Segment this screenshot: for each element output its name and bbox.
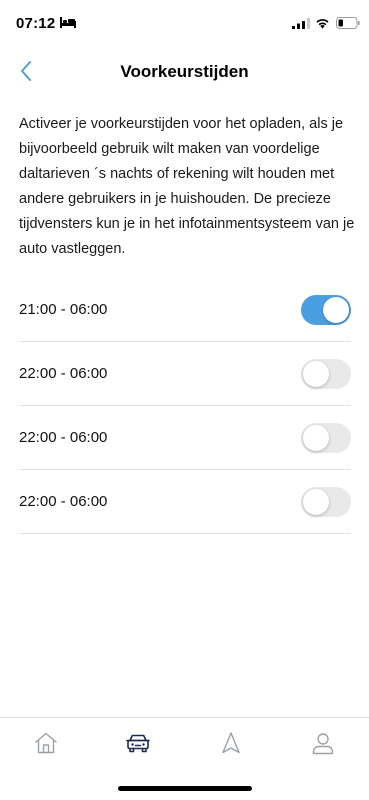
bed-icon — [60, 17, 76, 28]
time-slot-toggle[interactable] — [301, 422, 351, 453]
signal-icon — [292, 18, 310, 29]
header: Voorkeurstijden — [0, 52, 369, 92]
time-slot-row: 22:00 - 06:00 — [19, 470, 351, 534]
toggle-knob — [303, 424, 329, 451]
profile-icon — [312, 732, 334, 754]
bottom-tab-bar — [0, 717, 369, 767]
tab-car[interactable] — [92, 718, 184, 767]
tab-profile[interactable] — [277, 718, 369, 767]
time-slot-label: 22:00 - 06:00 — [19, 365, 108, 382]
time-slot-label: 22:00 - 06:00 — [19, 493, 108, 510]
time-slot-row: 21:00 - 06:00 — [19, 278, 351, 342]
time-slot-label: 22:00 - 06:00 — [19, 429, 108, 446]
home-indicator[interactable] — [118, 786, 252, 791]
page-title: Voorkeurstijden — [120, 62, 249, 81]
time-slot-toggle[interactable] — [301, 486, 351, 517]
home-icon — [35, 732, 57, 753]
time-slot-row: 22:00 - 06:00 — [19, 342, 351, 406]
toggle-knob — [303, 488, 329, 515]
time-slot-toggle[interactable] — [301, 294, 351, 325]
battery-icon — [336, 17, 360, 29]
status-bar: 07:12 — [0, 0, 369, 44]
time-slot-row: 22:00 - 06:00 — [19, 406, 351, 470]
tab-navigation[interactable] — [185, 718, 277, 767]
description-text: Activeer je voorkeurstijden voor het opl… — [19, 116, 355, 257]
toggle-knob — [303, 360, 329, 387]
tab-home[interactable] — [0, 718, 92, 767]
car-icon — [126, 734, 151, 752]
status-time: 07:12 — [16, 15, 56, 32]
wifi-icon — [316, 19, 329, 29]
time-slot-toggle[interactable] — [301, 358, 351, 389]
time-slot-label: 21:00 - 06:00 — [19, 301, 108, 318]
time-slot-list: 21:00 - 06:00 22:00 - 06:00 22:00 - 06:0… — [19, 278, 351, 534]
toggle-knob — [323, 296, 349, 323]
navigation-icon — [221, 731, 240, 753]
